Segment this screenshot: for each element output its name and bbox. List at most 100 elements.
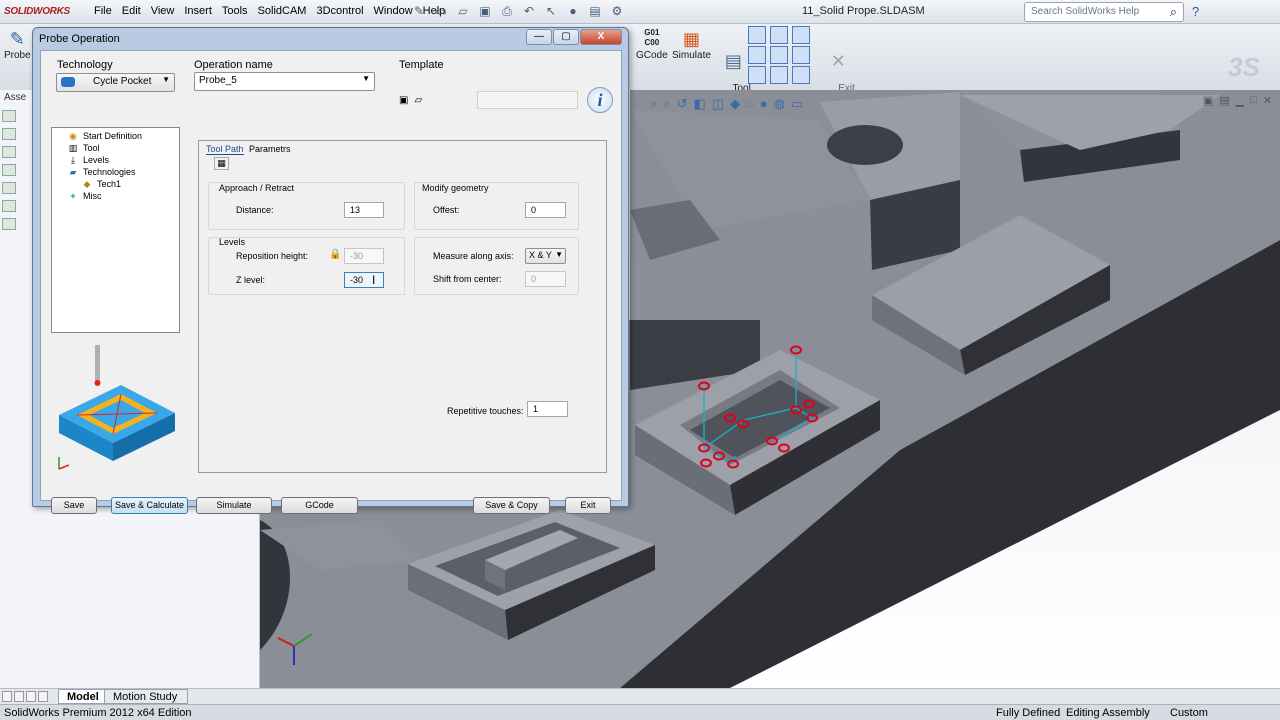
ribbon-small-button[interactable] — [792, 66, 810, 84]
scene-icon[interactable]: ◍ — [774, 96, 785, 112]
distance-input[interactable]: 13 — [344, 202, 384, 218]
probe-command[interactable]: ✎ Probe — [4, 28, 31, 61]
options-icon[interactable]: ⚙ — [608, 4, 626, 20]
tree-item-tool[interactable]: ▥ Tool — [68, 143, 100, 153]
help-question-icon[interactable]: ? — [1192, 4, 1199, 19]
dialog-close-button[interactable]: X — [580, 29, 622, 45]
ribbon-small-button[interactable] — [748, 46, 766, 64]
tree-item-start-definition[interactable]: ◉ Start Definition — [68, 131, 142, 141]
first-tab-arrow[interactable] — [2, 691, 12, 702]
print-icon[interactable]: ⎙ — [498, 4, 516, 20]
exit-button[interactable]: Exit — [565, 497, 611, 514]
dialog-minimize-button[interactable]: — — [526, 29, 552, 45]
menu-window[interactable]: Window — [374, 5, 413, 17]
open-icon[interactable]: ▱ — [454, 4, 472, 20]
next-tab-arrow[interactable] — [26, 691, 36, 702]
load-template-icon[interactable]: ▱ — [414, 95, 422, 106]
tree-item-levels[interactable]: ⤓ Levels — [68, 155, 109, 165]
appearance-icon[interactable]: ● — [760, 96, 768, 112]
save-copy-button[interactable]: Save & Copy — [473, 497, 550, 514]
dialog-maximize-button[interactable]: ▢ — [553, 29, 579, 45]
save-button[interactable]: Save — [51, 497, 97, 514]
ribbon-small-button[interactable] — [770, 66, 788, 84]
ribbon-small-button[interactable] — [748, 26, 766, 44]
menu-solidcam[interactable]: SolidCAM — [258, 5, 307, 17]
file-properties-icon[interactable]: ▤ — [586, 4, 604, 20]
last-tab-arrow[interactable] — [38, 691, 48, 702]
tree-node-icon[interactable] — [2, 164, 16, 176]
rebuild-icon[interactable]: ● — [564, 4, 582, 20]
shift-from-center-input[interactable]: 0 — [525, 271, 566, 287]
tree-node-icon[interactable] — [2, 110, 16, 122]
maximize-icon[interactable]: □ — [1250, 94, 1257, 107]
menu-insert[interactable]: Insert — [184, 5, 212, 17]
zoom-to-fit-icon[interactable]: ⌕ — [650, 96, 657, 112]
tree-node-icon[interactable] — [2, 128, 16, 140]
tab-tool-path[interactable]: Tool Path — [206, 144, 244, 155]
operation-name-label: Operation name — [194, 59, 273, 71]
exit-x-icon: ✕ — [830, 51, 846, 71]
z-level-input[interactable]: -30 — [344, 272, 384, 288]
minimize-icon[interactable]: ▁ — [1236, 94, 1244, 107]
gcode-button[interactable]: GCode — [281, 497, 358, 514]
levels-label: Levels — [219, 237, 246, 247]
calculator-icon[interactable]: ▦ — [214, 157, 229, 170]
tree-item-tech1[interactable]: ◆ Tech1 — [82, 179, 122, 189]
simulate-button[interactable]: Simulate — [196, 497, 272, 514]
tab-parameters[interactable]: Parametrs — [249, 144, 291, 154]
view-orientation-icon[interactable]: ◫ — [712, 96, 724, 112]
tab-motion-study[interactable]: Motion Study 1 — [104, 689, 188, 715]
hide-show-icon[interactable]: ◌ — [746, 96, 754, 112]
tile-icon[interactable]: ▣ — [1203, 94, 1213, 107]
search-icon[interactable]: ⌕ — [1170, 4, 1177, 20]
reposition-height-input[interactable]: -30 — [344, 248, 384, 264]
assembly-tab[interactable]: Asse — [4, 92, 26, 103]
menu-tools[interactable]: Tools — [222, 5, 248, 17]
measure-axis-select[interactable]: X & Y ▼ — [525, 248, 566, 264]
close-icon[interactable]: ✕ — [1263, 94, 1272, 107]
tab-model[interactable]: Model — [58, 689, 108, 704]
tree-item-technologies[interactable]: ▰ Technologies — [68, 167, 136, 177]
ribbon-small-button[interactable] — [770, 26, 788, 44]
tree-node-icon[interactable] — [2, 218, 16, 230]
tree-node-icon[interactable] — [2, 182, 16, 194]
ribbon-small-button[interactable] — [792, 26, 810, 44]
operation-name-select[interactable]: Probe_5 ▼ — [194, 72, 375, 91]
section-view-icon[interactable]: ◧ — [693, 96, 705, 112]
select-icon[interactable]: ↖ — [542, 4, 560, 20]
tree-node-icon[interactable] — [2, 146, 16, 158]
simulate-command[interactable]: ▦ Simulate — [672, 28, 711, 61]
dialog-window-controls: — ▢ X — [525, 29, 622, 45]
new-icon[interactable]: ▭ — [432, 4, 450, 20]
technology-select[interactable]: Cycle Pocket ▼ — [56, 73, 175, 92]
save-template-icon[interactable]: ▣ — [399, 95, 408, 106]
view-settings-icon[interactable]: ▭ — [791, 96, 803, 112]
menu-view[interactable]: View — [151, 5, 175, 17]
save-icon[interactable]: ▣ — [476, 4, 494, 20]
save-calculate-button[interactable]: Save & Calculate — [111, 497, 188, 514]
previous-view-icon[interactable]: ↺ — [677, 96, 688, 112]
zoom-area-icon[interactable]: ⌕ — [663, 96, 670, 112]
menu-3dcontrol[interactable]: 3Dcontrol — [316, 5, 363, 17]
gcode-command[interactable]: G01 C00 GCode — [636, 28, 668, 61]
ribbon-small-button[interactable] — [770, 46, 788, 64]
menu-file[interactable]: File — [94, 5, 112, 17]
template-field[interactable] — [477, 91, 578, 109]
restore-icon[interactable]: ▤ — [1219, 94, 1229, 107]
menu-edit[interactable]: Edit — [122, 5, 141, 17]
pocket-technology-icon — [61, 77, 75, 87]
ribbon-small-button[interactable] — [748, 66, 766, 84]
units-selector[interactable]: Custom — [1170, 707, 1208, 719]
ribbon-small-button[interactable] — [792, 46, 810, 64]
tree-node-icon[interactable] — [2, 200, 16, 212]
lock-icon[interactable]: 🔒 — [329, 249, 341, 260]
repetitive-touches-input[interactable]: 1 — [527, 401, 568, 417]
help-search-input[interactable]: Search SolidWorks Help ⌕ — [1024, 2, 1184, 22]
undo-icon[interactable]: ↶ — [520, 4, 538, 20]
offset-input[interactable]: 0 — [525, 202, 566, 218]
tree-item-misc[interactable]: + Misc — [68, 191, 101, 201]
pin-icon[interactable]: ✎ — [410, 4, 428, 20]
display-style-icon[interactable]: ◆ — [730, 96, 740, 112]
prev-tab-arrow[interactable] — [14, 691, 24, 702]
info-icon[interactable]: i — [587, 87, 613, 113]
